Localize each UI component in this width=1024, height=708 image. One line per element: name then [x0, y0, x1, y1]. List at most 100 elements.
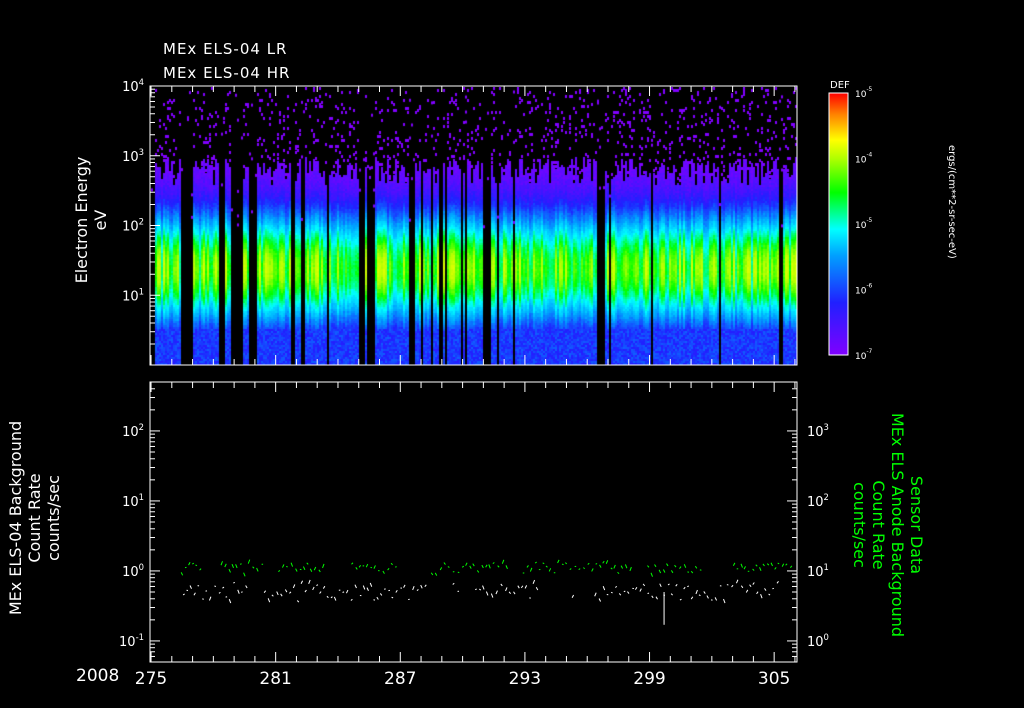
background-count-rate-trace	[474, 588, 477, 591]
sensor-data-trace	[281, 564, 285, 568]
background-count-rate-trace	[610, 591, 613, 594]
sensor-data-trace	[390, 562, 393, 566]
background-count-rate-trace	[756, 591, 759, 595]
background-count-rate-trace	[764, 588, 767, 591]
sensor-data-trace	[247, 559, 251, 564]
background-count-rate-trace	[412, 586, 415, 591]
background-count-rate-trace	[326, 595, 329, 598]
sensor-data-trace	[752, 568, 755, 571]
background-count-rate-trace	[333, 596, 337, 601]
background-count-rate-trace	[342, 591, 345, 593]
background-count-rate-trace	[571, 594, 575, 598]
background-count-rate-trace	[280, 593, 283, 597]
time-tick-label: 281	[259, 669, 291, 689]
background-count-rate-trace	[289, 591, 292, 594]
sensor-data-trace	[534, 561, 537, 564]
background-count-rate-trace	[602, 585, 606, 591]
background-count-rate-trace	[703, 591, 706, 594]
bg-plot-frame	[149, 381, 798, 663]
background-count-rate-trace	[420, 584, 423, 589]
sensor-data-trace	[180, 572, 184, 576]
sensor-data-trace	[617, 571, 620, 575]
background-count-rate-trace	[505, 587, 508, 592]
sensor-data-trace	[492, 562, 495, 564]
sensor-data-trace	[290, 562, 294, 567]
background-count-rate-trace	[452, 582, 455, 585]
background-count-rate-trace	[735, 579, 739, 584]
background-count-rate-trace	[634, 586, 638, 590]
sensor-data-trace	[228, 568, 231, 573]
energy-tick-label: 104	[122, 77, 144, 95]
colorbar-tick-label: 10-5	[855, 218, 873, 231]
background-count-rate-trace	[189, 585, 192, 589]
sensor-data-trace	[469, 565, 472, 569]
sensor-data-trace	[306, 562, 309, 565]
bg-left-axis-label: MEx ELS-04 Background Count Rate counts/…	[6, 368, 63, 668]
bg-right-tick-label: 100	[807, 632, 829, 650]
sensor-data-trace	[322, 563, 325, 569]
background-count-rate-trace	[319, 591, 322, 594]
bg-left-tick-label: 100	[122, 562, 144, 580]
sensor-data-trace	[243, 572, 246, 577]
sensor-data-trace	[595, 563, 598, 565]
bg-left-tick-label: 10-1	[119, 632, 144, 650]
sensor-data-trace	[365, 563, 369, 568]
energy-label: Electron Energy	[72, 156, 91, 284]
spectrogram-frame	[149, 85, 798, 366]
sensor-data-trace	[740, 563, 743, 568]
sensor-data-trace	[674, 564, 677, 568]
background-count-rate-trace	[642, 583, 646, 587]
sensor-data-trace	[309, 568, 313, 572]
time-tick-label: 287	[384, 669, 416, 689]
background-count-rate-trace	[284, 589, 288, 593]
sensor-data-trace	[252, 566, 255, 569]
sensor-data-trace	[582, 567, 586, 570]
sensor-data-trace	[505, 565, 508, 570]
sensor-data-trace	[743, 566, 746, 570]
sensor-data-trace	[762, 563, 765, 567]
background-count-rate-trace	[659, 583, 662, 588]
energy-units: eV	[91, 209, 110, 231]
sensor-data-trace	[457, 571, 460, 574]
sensor-data-trace	[650, 572, 653, 577]
background-count-rate-trace	[300, 580, 304, 584]
colorbar-tick-label: 10-4	[855, 153, 873, 166]
sensor-data-trace	[683, 564, 687, 568]
background-count-rate-trace	[776, 581, 779, 584]
background-count-rate-trace	[768, 593, 771, 596]
sensor-data-trace	[781, 563, 785, 567]
energy-axis-label: Electron Energy eV	[72, 140, 110, 300]
sensor-data-trace	[774, 567, 777, 570]
sensor-data-trace	[382, 570, 385, 574]
sensor-data-trace	[351, 562, 354, 565]
sensor-data-trace	[599, 564, 602, 568]
background-count-rate-trace	[267, 598, 271, 603]
background-count-rate-trace	[639, 588, 642, 592]
sensor-data-trace	[777, 562, 780, 565]
background-count-rate-trace	[354, 584, 357, 589]
sensor-data-trace	[461, 565, 465, 568]
sensor-data-trace	[278, 570, 281, 573]
sensor-data-trace	[199, 568, 202, 571]
colorbar-units: ergs/(cm**2-sr-sec-eV)	[946, 145, 957, 259]
background-count-rate-trace	[271, 594, 274, 597]
background-count-rate-trace	[263, 590, 267, 593]
sensor-data-trace	[318, 569, 321, 573]
background-count-rate-trace	[424, 584, 427, 588]
background-count-rate-trace	[690, 596, 694, 600]
background-count-rate-trace	[524, 585, 528, 589]
background-count-rate-trace	[618, 593, 622, 596]
sensor-data-trace	[488, 564, 491, 569]
sensor-data-trace	[295, 568, 298, 572]
sensor-data-trace	[472, 563, 475, 567]
colorbar-tick-label: 10-7	[855, 349, 873, 362]
sensor-data-trace	[224, 563, 227, 568]
sensor-data-trace	[605, 560, 609, 564]
sensor-data-trace	[501, 559, 505, 564]
background-count-rate-trace	[245, 585, 248, 589]
sensor-data-trace	[548, 568, 552, 572]
sensor-data-trace	[485, 564, 488, 568]
sensor-data-trace	[358, 564, 362, 568]
time-tick-label: 299	[633, 669, 665, 689]
background-count-rate-trace	[623, 590, 626, 593]
